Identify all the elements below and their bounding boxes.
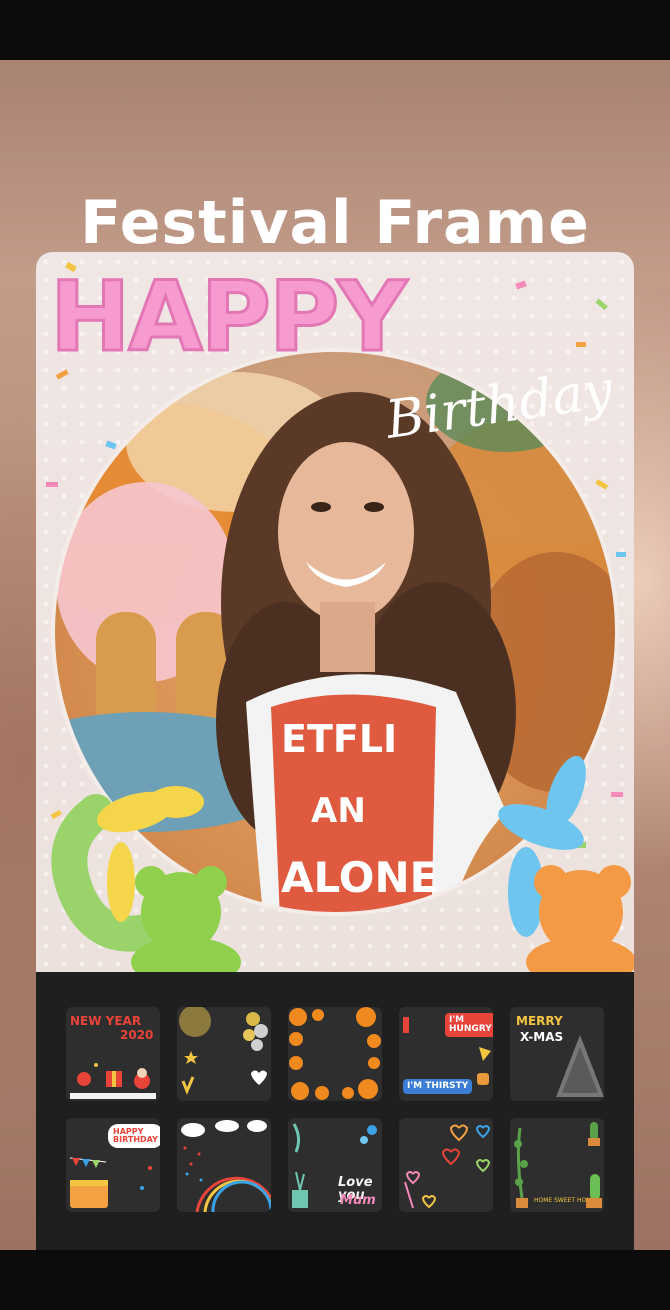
shirt-text-line3: ALONE	[281, 853, 438, 902]
status-bar	[0, 0, 670, 60]
happy-headline: HAPPY	[50, 261, 408, 373]
frame-thumb-hearts[interactable]	[399, 1118, 493, 1212]
frame-thumb-mum[interactable]: Love you Mum	[288, 1118, 382, 1212]
frame-thumb-cactus[interactable]: HOME SWEET HOME	[510, 1118, 604, 1212]
frame-preview[interactable]: HAPPY Birthday ETFLI AN ALONE	[36, 252, 634, 972]
frame-picker: NEW YEAR 2020 I'M HUNGRY I'M THIRSTY MER…	[66, 1007, 606, 1212]
frame-thumb-halloween[interactable]	[288, 1007, 382, 1101]
frame-thumb-rainbow[interactable]	[177, 1118, 271, 1212]
navigation-bar	[0, 1250, 670, 1310]
shirt-text-line1: ETFLI	[281, 717, 397, 761]
frame-thumb-birthday[interactable]: HAPPY BIRTHDAY	[66, 1118, 160, 1212]
frame-thumb-gold-balloons[interactable]	[177, 1007, 271, 1101]
shirt-text-line2: AN	[311, 791, 366, 831]
frame-thumb-xmas[interactable]: MERRY X-MAS	[510, 1007, 604, 1101]
frame-thumb-new-year[interactable]: NEW YEAR 2020	[66, 1007, 160, 1101]
frame-thumb-food[interactable]: I'M HUNGRY I'M THIRSTY	[399, 1007, 493, 1101]
editor-card: HAPPY Birthday ETFLI AN ALONE NEW YEAR 2…	[36, 252, 634, 1252]
page-title: Festival Frame	[80, 188, 590, 258]
